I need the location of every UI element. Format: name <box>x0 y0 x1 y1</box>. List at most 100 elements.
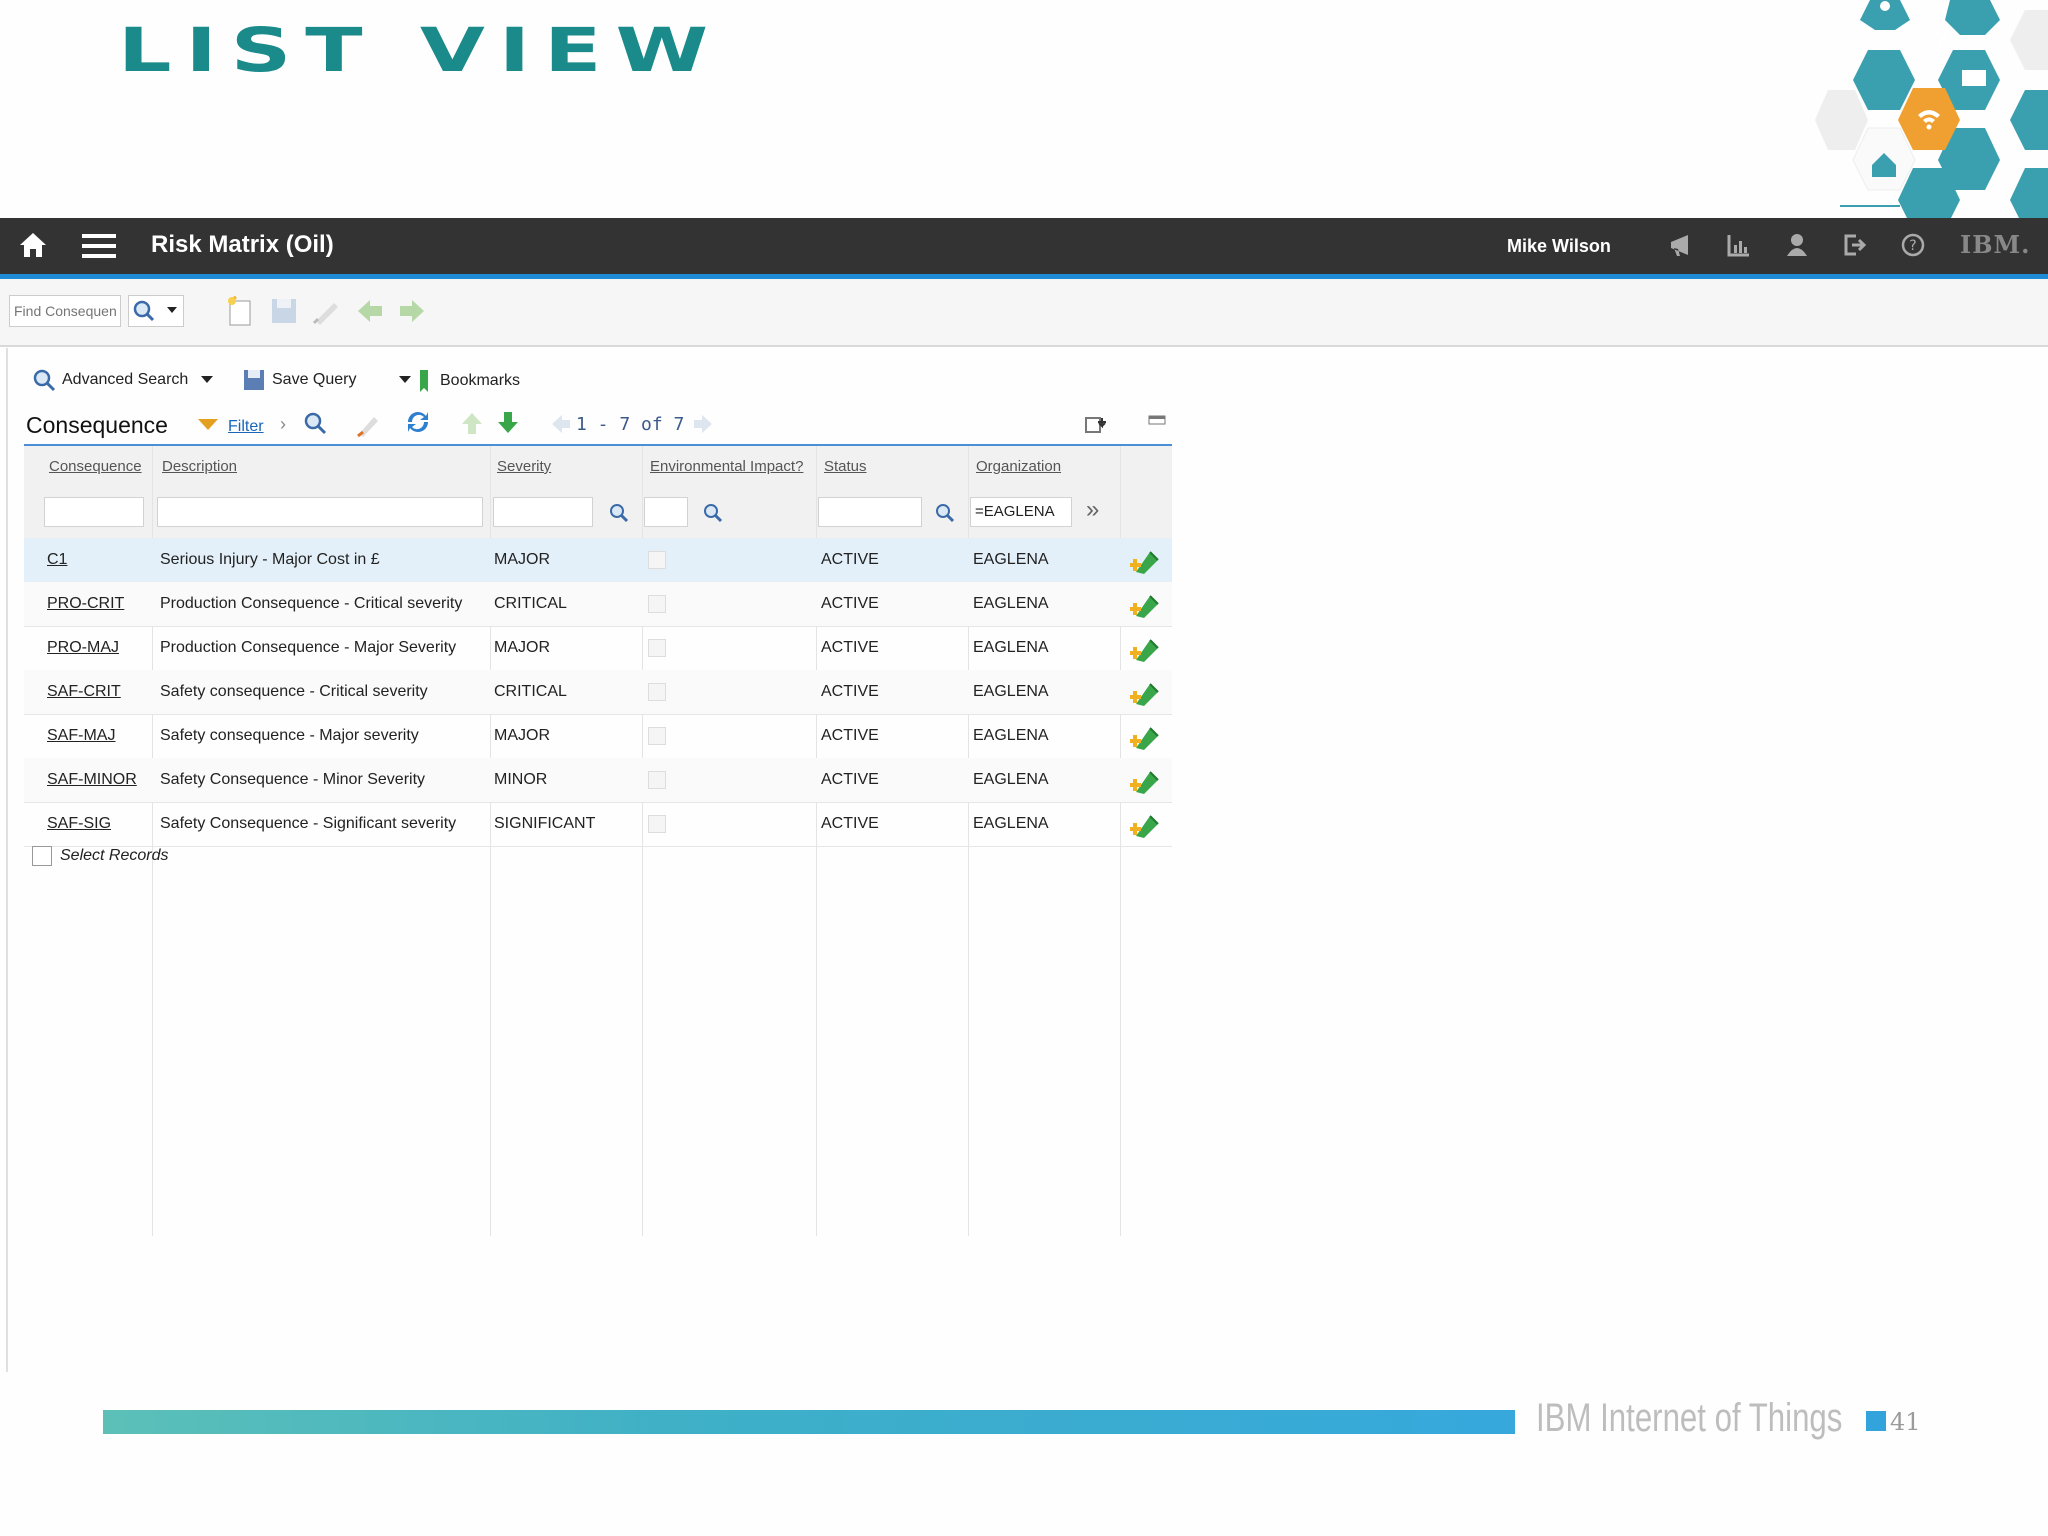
select-records[interactable]: Select Records <box>32 846 169 866</box>
first-page-icon[interactable] <box>550 412 572 441</box>
save-query-dropdown-icon[interactable] <box>396 372 414 393</box>
environmental-impact-checkbox <box>648 727 666 745</box>
help-icon[interactable]: ? <box>1900 232 1926 263</box>
table-filter-row: =EAGLENA » <box>24 488 1172 538</box>
home-icon[interactable] <box>18 230 48 265</box>
environmental-impact-checkbox <box>648 683 666 701</box>
cell-status: ACTIVE <box>821 551 879 568</box>
column-header-consequence[interactable]: Consequence <box>49 458 142 475</box>
save-query-button[interactable]: Save Query <box>242 368 356 392</box>
table-row[interactable]: SAF-MINOR Safety Consequence - Minor Seve… <box>24 758 1172 803</box>
add-to-bookmarks-icon[interactable] <box>1129 810 1162 845</box>
cell-consequence[interactable]: SAF-MAJ <box>47 727 115 745</box>
cell-status: ACTIVE <box>821 815 879 832</box>
add-to-bookmarks-icon[interactable] <box>1129 722 1162 757</box>
save-query-label: Save Query <box>272 371 357 388</box>
find-button[interactable] <box>128 295 184 327</box>
advanced-search-dropdown-icon[interactable] <box>198 372 216 393</box>
add-to-bookmarks-icon[interactable] <box>1129 634 1162 669</box>
filter-severity-input[interactable] <box>493 497 593 527</box>
environmental-impact-checkbox <box>648 639 666 657</box>
column-header-organization[interactable]: Organization <box>976 458 1061 475</box>
new-record-icon[interactable] <box>224 295 256 332</box>
environmental-impact-checkbox <box>648 551 666 569</box>
table-row[interactable]: C1 Serious Injury - Major Cost in £ MAJOR A… <box>24 538 1172 583</box>
severity-lookup-icon[interactable] <box>608 502 630 529</box>
filter-status-input[interactable] <box>818 497 922 527</box>
cell-consequence[interactable]: C1 <box>47 551 67 569</box>
bookmarks-button[interactable]: Bookmarks <box>414 368 520 394</box>
menu-icon[interactable] <box>82 232 116 265</box>
cell-consequence[interactable]: SAF-SIG <box>47 815 111 833</box>
table-row[interactable]: SAF-SIG Safety Consequence - Significant … <box>24 802 1172 847</box>
table-row[interactable]: SAF-CRIT Safety consequence - Critical se… <box>24 670 1172 715</box>
user-name[interactable]: Mike Wilson <box>1507 236 1611 257</box>
cell-consequence[interactable]: SAF-CRIT <box>47 683 121 701</box>
download-icon[interactable] <box>1084 414 1108 441</box>
column-header-description[interactable]: Description <box>162 458 237 475</box>
cell-status: ACTIVE <box>821 727 879 744</box>
previous-page-icon[interactable] <box>460 410 484 441</box>
last-page-icon[interactable] <box>692 412 714 441</box>
footer-square <box>1866 1411 1886 1431</box>
column-header-severity[interactable]: Severity <box>497 458 551 475</box>
hexagon-decoration <box>1800 0 2048 220</box>
table-row[interactable]: SAF-MAJ Safety consequence - Major severi… <box>24 714 1172 759</box>
filter-description-input[interactable] <box>157 497 483 527</box>
filter-organization-input[interactable]: =EAGLENA <box>970 497 1072 527</box>
section-title: Consequence <box>26 412 168 438</box>
search-icon <box>33 369 56 392</box>
column-header-environmental-impact[interactable]: Environmental Impact? <box>650 458 803 475</box>
ibm-logo: IBM. <box>1960 230 2031 259</box>
profile-icon[interactable] <box>1784 232 1810 263</box>
clear-changes-icon[interactable] <box>310 295 342 332</box>
reports-icon[interactable] <box>1726 232 1752 263</box>
add-to-bookmarks-icon[interactable] <box>1129 590 1162 625</box>
more-filters-icon[interactable]: » <box>1086 496 1099 524</box>
status-lookup-icon[interactable] <box>934 502 956 529</box>
filter-icon[interactable] <box>196 416 220 441</box>
cell-status: ACTIVE <box>821 595 879 612</box>
clear-filter-icon[interactable] <box>354 410 382 443</box>
cell-severity: MINOR <box>494 771 548 788</box>
environmental-impact-lookup-icon[interactable] <box>702 502 724 529</box>
collapse-icon[interactable] <box>1148 414 1166 433</box>
table-row[interactable]: PRO-MAJ Production Consequence - Major Se… <box>24 626 1172 671</box>
cell-severity: CRITICAL <box>494 683 567 700</box>
cell-severity: CRITICAL <box>494 595 567 612</box>
toolbar <box>0 279 2048 347</box>
select-records-checkbox[interactable] <box>32 846 52 866</box>
filter-expand-icon[interactable]: › <box>280 414 286 435</box>
cell-organization: EAGLENA <box>973 771 1049 788</box>
add-to-bookmarks-icon[interactable] <box>1129 678 1162 713</box>
next-record-icon[interactable] <box>396 295 428 332</box>
cell-description: Production Consequence - Critical severi… <box>160 595 463 612</box>
find-input[interactable] <box>9 295 121 327</box>
advanced-search-button[interactable]: Advanced Search <box>32 368 188 392</box>
slide-title: LIST VIEW <box>118 14 723 86</box>
svg-text:?: ? <box>1909 238 1916 254</box>
previous-record-icon[interactable] <box>354 295 386 332</box>
filter-environmental-impact-input[interactable] <box>644 497 688 527</box>
footer-brand: IBM Internet of Things <box>1536 1396 1843 1440</box>
cell-status: ACTIVE <box>821 771 879 788</box>
cell-consequence[interactable]: SAF-MINOR <box>47 771 137 789</box>
next-page-icon[interactable] <box>496 410 520 441</box>
filter-consequence-input[interactable] <box>44 497 144 527</box>
cell-consequence[interactable]: PRO-CRIT <box>47 595 124 613</box>
app-header: Risk Matrix (Oil) Mike Wilson ? IBM. <box>0 218 2048 279</box>
save-icon <box>244 370 264 390</box>
sign-out-icon[interactable] <box>1842 232 1868 263</box>
cell-consequence[interactable]: PRO-MAJ <box>47 639 119 657</box>
cell-description: Production Consequence - Major Severity <box>160 639 457 656</box>
table-row[interactable]: PRO-CRIT Production Consequence - Critica… <box>24 582 1172 627</box>
cell-status: ACTIVE <box>821 683 879 700</box>
add-to-bookmarks-icon[interactable] <box>1129 766 1162 801</box>
find-icon[interactable] <box>302 410 330 443</box>
megaphone-icon[interactable] <box>1668 232 1694 263</box>
add-to-bookmarks-icon[interactable] <box>1129 546 1162 581</box>
save-icon[interactable] <box>268 295 300 332</box>
column-header-status[interactable]: Status <box>824 458 867 475</box>
refresh-icon[interactable] <box>404 408 432 441</box>
filter-link[interactable]: Filter <box>228 418 264 436</box>
